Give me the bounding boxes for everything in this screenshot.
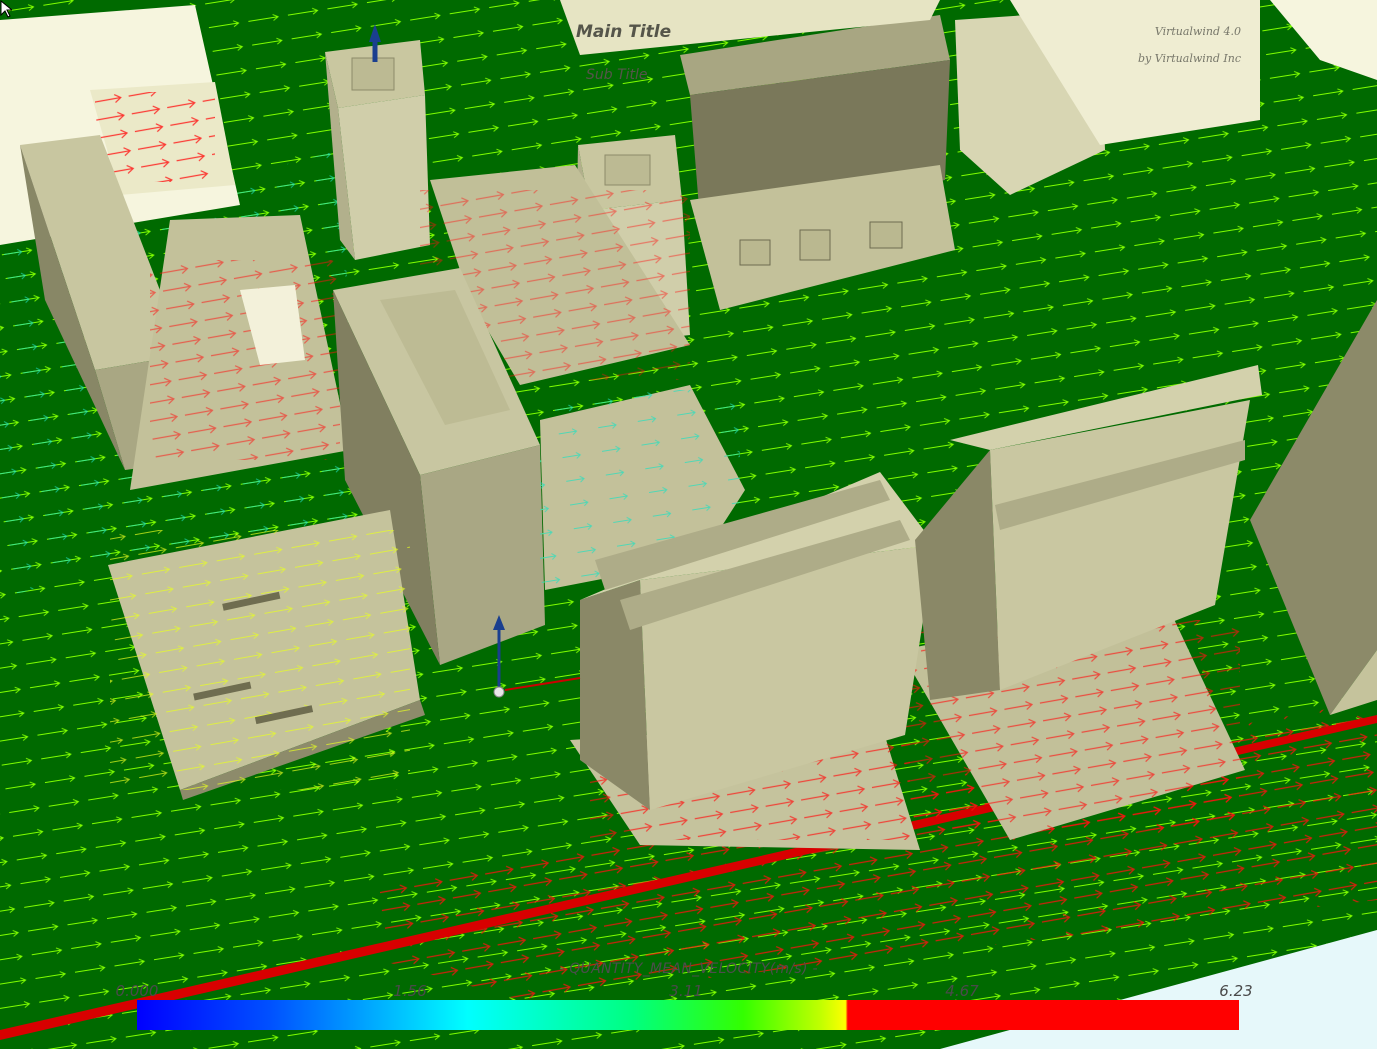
3d-viewport[interactable]	[0, 0, 1377, 1049]
mouse-pointer-icon	[0, 0, 12, 18]
podium-boxes-3	[869, 221, 903, 249]
sub-title: Sub Title	[586, 67, 648, 83]
tower-center-front	[420, 445, 545, 665]
building-red-courtyard	[95, 92, 215, 182]
main-title: Main Title	[576, 22, 672, 42]
brand-line-2: by Virtualwind Inc	[1137, 52, 1241, 65]
podium-bottom-left-vectors	[110, 530, 410, 790]
brand-watermark: Virtualwind 4.0 by Virtualwind Inc	[1138, 18, 1241, 72]
tower2-roof-box	[604, 154, 651, 186]
tower1-roof-box	[351, 57, 395, 91]
legend-colorbar	[137, 1000, 1239, 1030]
podium-boxes-2	[799, 229, 831, 261]
legend-tick: 6.23	[1219, 982, 1253, 1000]
legend-tick: 0.000	[115, 982, 159, 1000]
brand-line-1: Virtualwind 4.0	[1154, 25, 1241, 38]
podium-boxes-1	[739, 239, 771, 266]
legend-tick: 1.56	[393, 982, 427, 1000]
legend-quantity-label: - QUANTITY_MEAN_VELOCITY(m/s) -	[559, 961, 818, 977]
legend-tick: 4.67	[945, 982, 979, 1000]
legend-tick: 3.11	[669, 982, 703, 1000]
